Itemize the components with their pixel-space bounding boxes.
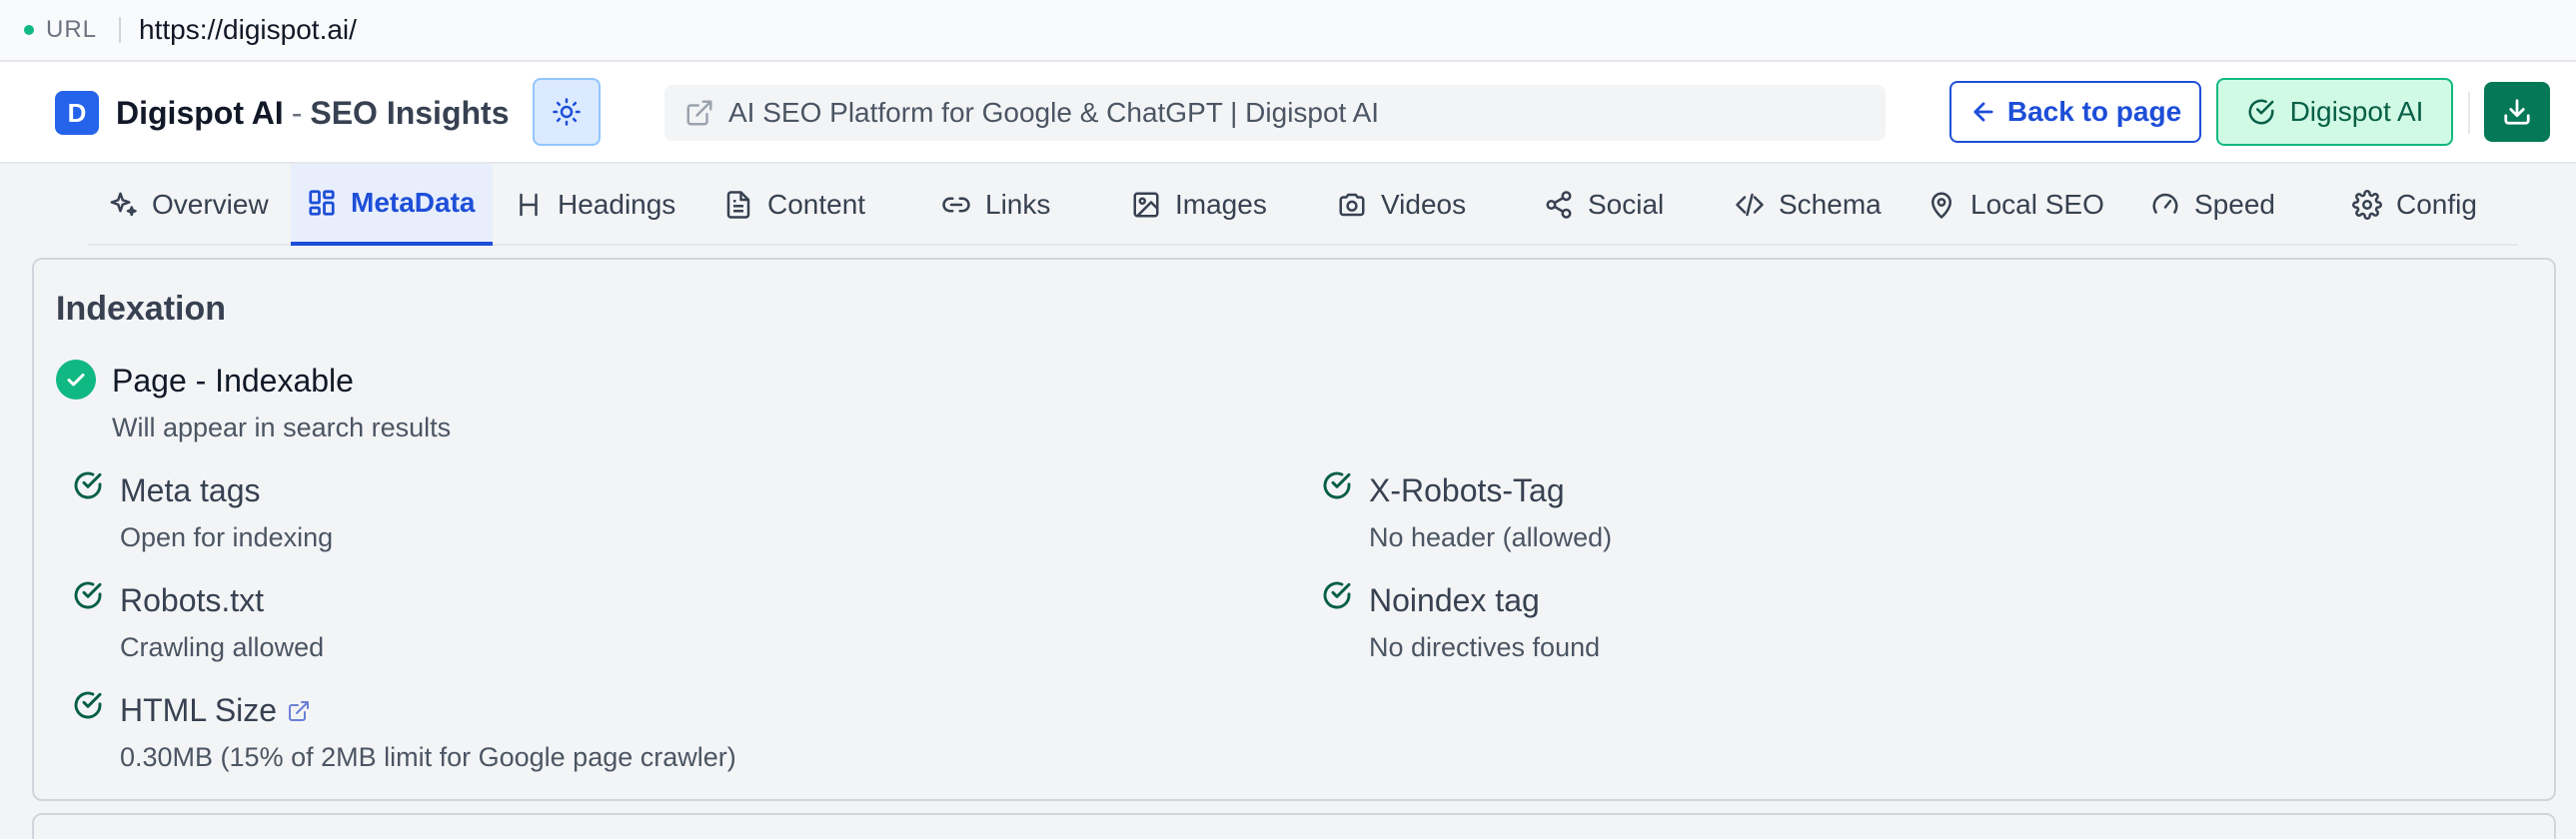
page-title-field[interactable]: AI SEO Platform for Google & ChatGPT | D… — [664, 85, 1886, 141]
grid-icon — [309, 190, 335, 216]
external-link-icon — [686, 100, 712, 126]
check-description: No directives found — [1369, 632, 1601, 662]
check-title-x-robots-tag: X-Robots-Tag — [1369, 472, 1565, 508]
check-description: Open for indexing — [120, 522, 334, 552]
tab-overview[interactable]: Overview — [108, 164, 269, 246]
download-icon — [2504, 99, 2530, 125]
heading-icon — [520, 193, 538, 217]
ai-button-label: Digispot AI — [2289, 96, 2424, 127]
check-circle-icon — [74, 581, 102, 609]
indexation-card: Indexation Page - Indexable Will appear … — [32, 258, 2556, 801]
tab-label: Headings — [558, 189, 676, 220]
brand: Digispot AI - SEO Insights — [116, 95, 509, 132]
link-icon — [942, 197, 970, 213]
tab-label: MetaData — [351, 187, 476, 218]
sparkles-icon — [110, 192, 137, 217]
indexable-status: Page - Indexable — [112, 363, 354, 399]
divider — [119, 17, 122, 43]
tab-label: Config — [2396, 189, 2477, 220]
external-link-icon[interactable] — [287, 699, 311, 723]
tab-label: Speed — [2194, 189, 2275, 220]
tab-content[interactable]: Content — [723, 164, 865, 246]
divider — [2468, 92, 2470, 134]
tab-label: Social — [1588, 189, 1665, 220]
brand-subtitle: SEO Insights — [310, 95, 510, 131]
check-title-meta-tags: Meta tags — [120, 472, 261, 508]
arrow-left-icon — [1973, 102, 1993, 122]
check-circle-icon — [56, 360, 96, 400]
map-pin-icon — [1932, 192, 1951, 219]
check-description: Crawling allowed — [120, 632, 325, 662]
check-circle-icon — [1323, 471, 1351, 499]
tab-label: Overview — [152, 189, 269, 220]
back-button-label: Back to page — [2006, 96, 2182, 127]
tab-schema[interactable]: Schema — [1735, 164, 1882, 246]
app-header: D Digispot AI - SEO Insights AI SEO Platfo… — [0, 62, 2576, 164]
tab-label: Videos — [1381, 189, 1467, 220]
tab-config[interactable]: Config — [2352, 164, 2477, 246]
share-icon — [1546, 191, 1572, 219]
gear-icon — [2352, 190, 2382, 220]
next-section-card — [32, 813, 2556, 839]
image-icon — [1133, 192, 1159, 218]
section-title: Indexation — [56, 290, 227, 328]
back-to-page-button[interactable]: Back to page — [1949, 81, 2201, 143]
tab-label: Links — [985, 189, 1051, 220]
theme-toggle-button[interactable] — [533, 78, 601, 146]
tab-links[interactable]: Links — [941, 164, 1050, 246]
check-circle-icon — [74, 471, 102, 499]
logo: D — [55, 91, 99, 135]
digispot-ai-button[interactable]: Digispot AI — [2216, 78, 2453, 146]
tab-headings[interactable]: Headings — [514, 164, 675, 246]
gauge-icon — [2152, 193, 2178, 214]
code-icon — [1736, 193, 1764, 217]
check-title-robots-txt: Robots.txt — [120, 582, 265, 618]
url-label: URL — [46, 16, 98, 43]
check-description: No header (allowed) — [1369, 522, 1613, 552]
url-bar: URL https://digispot.ai/ — [0, 0, 2576, 62]
tab-bar: Overview MetaData Headings Content Links… — [88, 164, 2518, 246]
camera-icon — [1339, 193, 1365, 217]
check-circle-icon — [74, 691, 102, 719]
tab-speed[interactable]: Speed — [2150, 164, 2275, 246]
tab-images[interactable]: Images — [1131, 164, 1267, 246]
tab-label: Schema — [1779, 189, 1882, 220]
tab-videos[interactable]: Videos — [1337, 164, 1466, 246]
url-value[interactable]: https://digispot.ai/ — [139, 14, 357, 46]
tab-metadata[interactable]: MetaData — [291, 164, 493, 246]
download-button[interactable] — [2484, 82, 2550, 142]
document-icon — [726, 191, 750, 219]
tab-label: Content — [767, 189, 866, 220]
check-description: 0.30MB (15% of 2MB limit for Google page… — [120, 742, 736, 772]
page-title: AI SEO Platform for Google & ChatGPT | D… — [728, 97, 1380, 128]
status-dot — [24, 25, 34, 35]
sun-icon — [553, 98, 581, 126]
check-circle-icon — [2248, 99, 2274, 125]
indexable-description: Will appear in search results — [112, 413, 452, 442]
check-title-text: HTML Size — [120, 692, 278, 728]
check-title-noindex-tag: Noindex tag — [1369, 582, 1540, 618]
check-circle-icon — [1323, 581, 1351, 609]
tab-local-seo[interactable]: Local SEO — [1927, 164, 2104, 246]
brand-name: Digispot AI — [116, 95, 284, 131]
tab-label: Local SEO — [1970, 189, 2104, 220]
tab-social[interactable]: Social — [1544, 164, 1664, 246]
brand-dash: - — [291, 95, 303, 131]
check-title-html-size: HTML Size — [120, 692, 311, 729]
tab-label: Images — [1175, 189, 1267, 220]
